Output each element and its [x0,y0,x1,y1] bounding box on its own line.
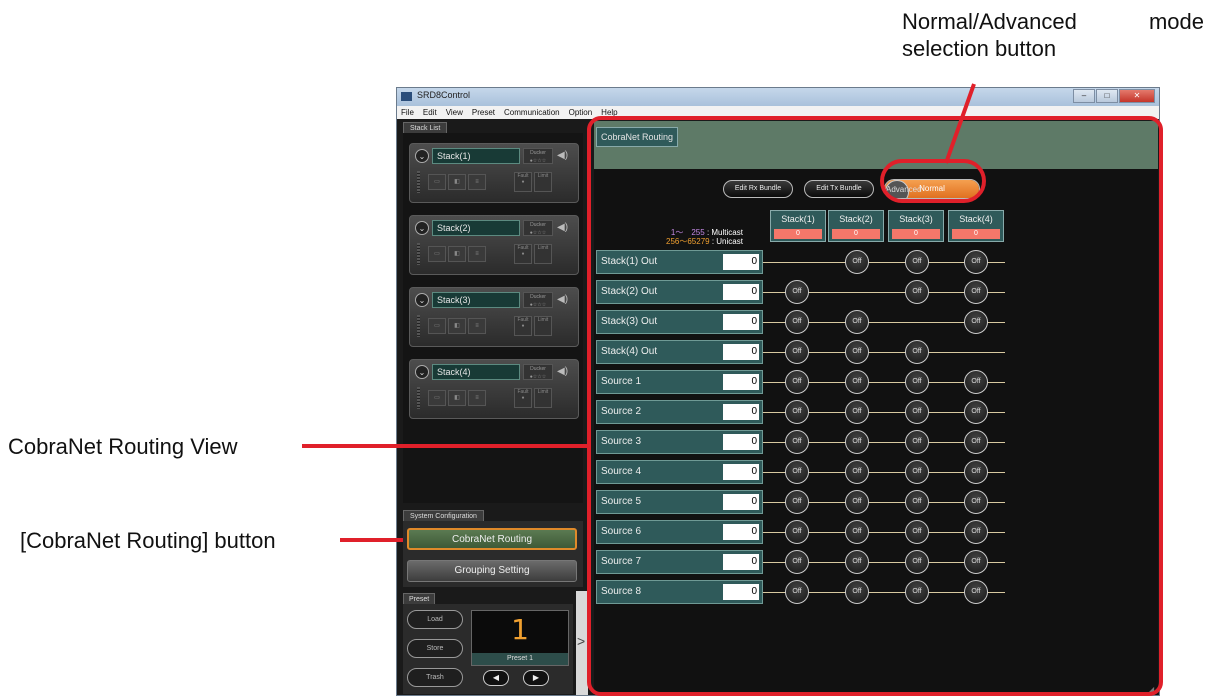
mode-callout-line [944,83,976,164]
callout-lines [302,83,976,542]
